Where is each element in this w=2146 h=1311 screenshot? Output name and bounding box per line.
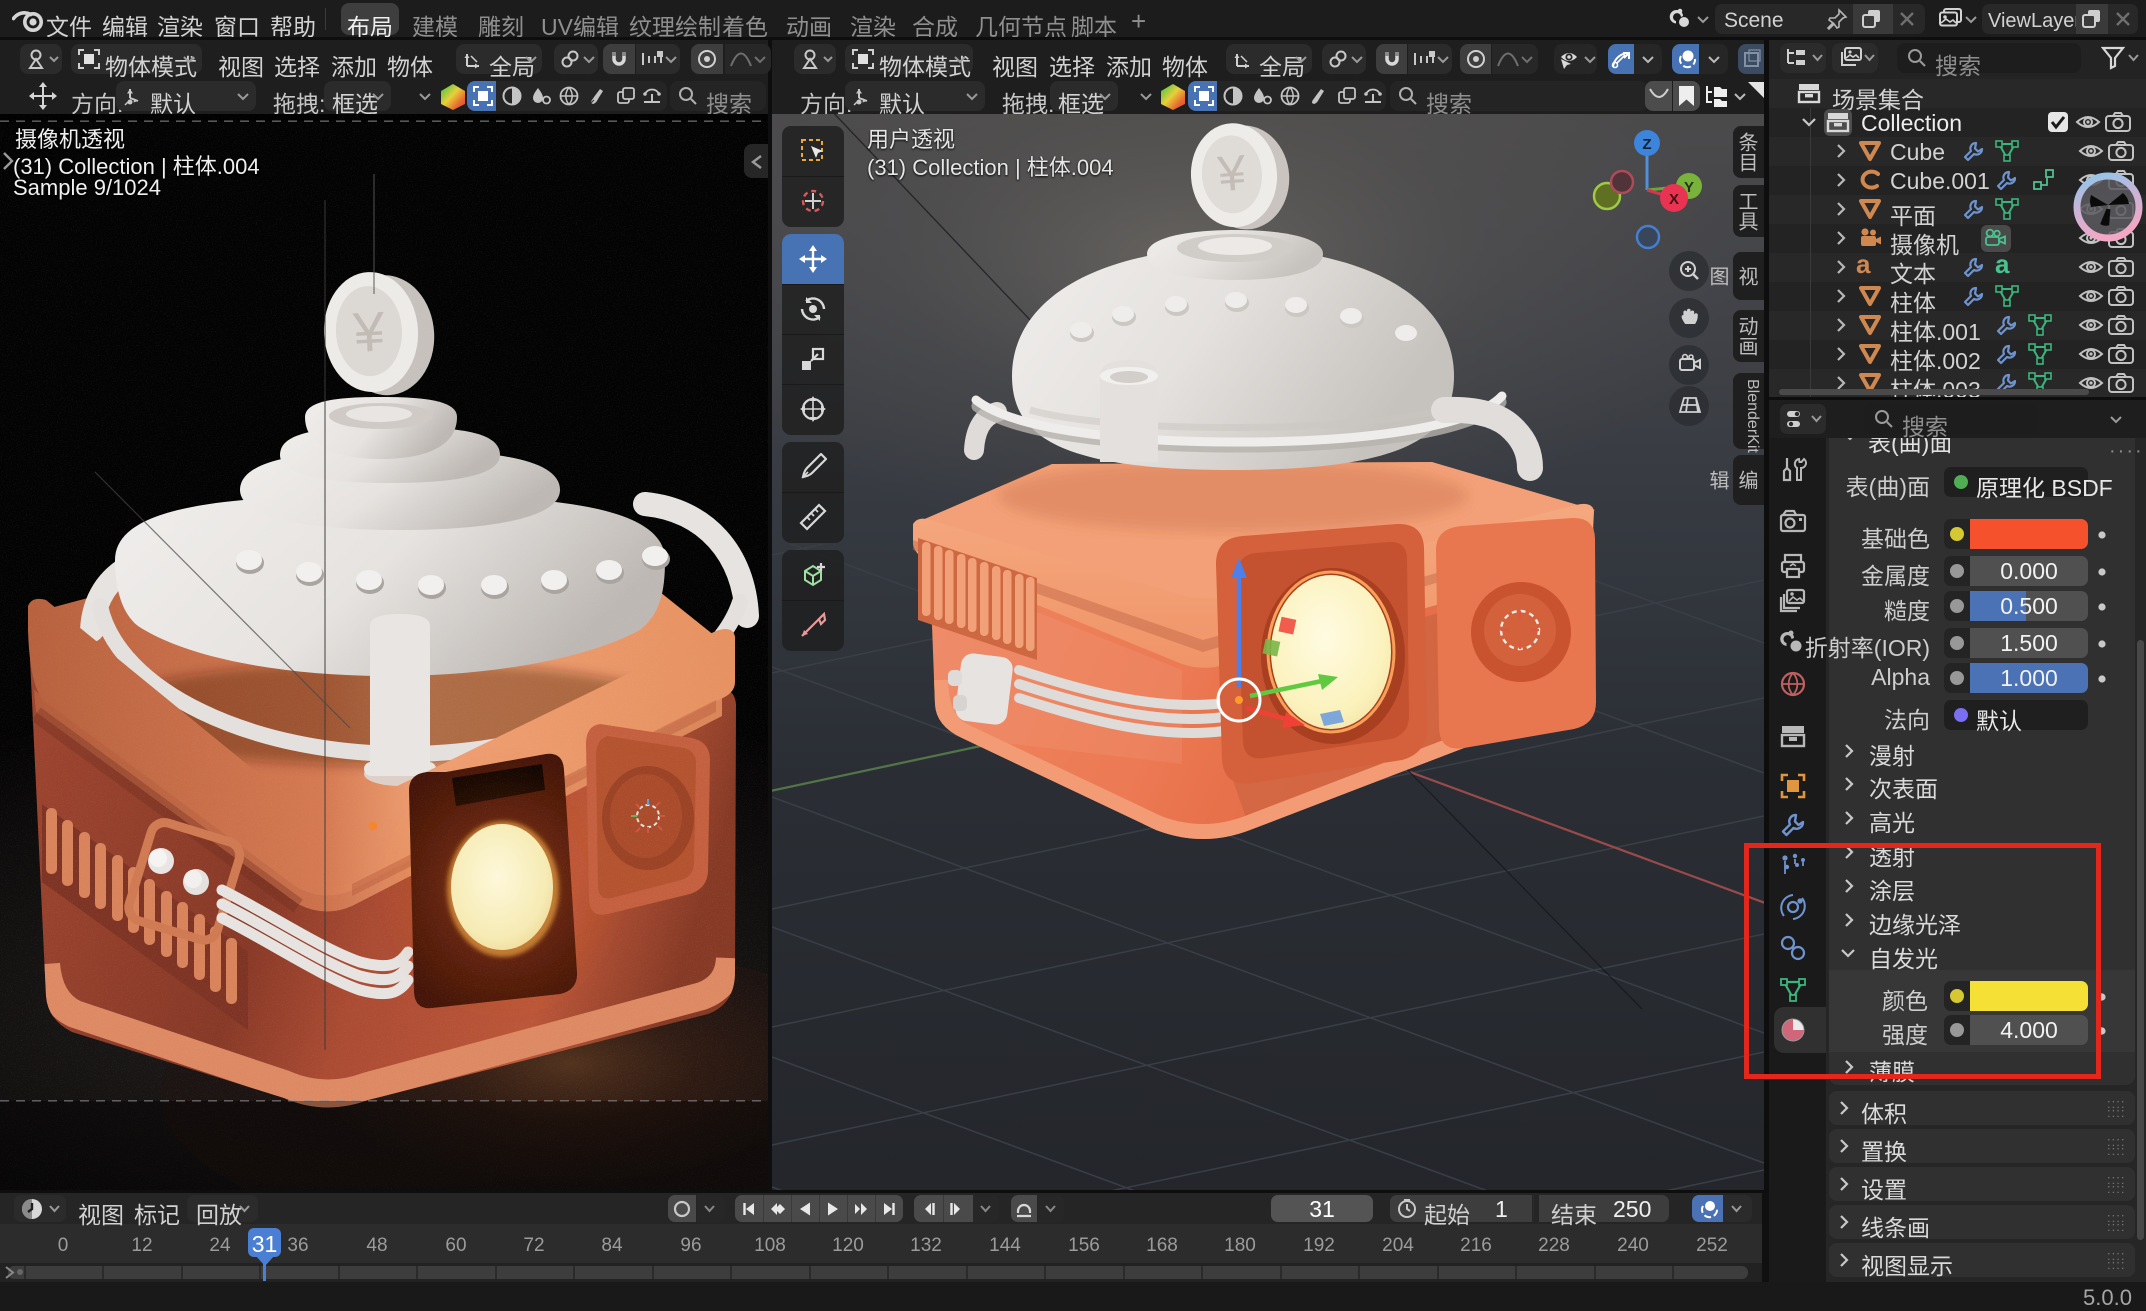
svg-text:Z: Z bbox=[1642, 136, 1651, 153]
svg-text:¥: ¥ bbox=[1215, 144, 1248, 202]
svg-text:X: X bbox=[1669, 191, 1679, 208]
